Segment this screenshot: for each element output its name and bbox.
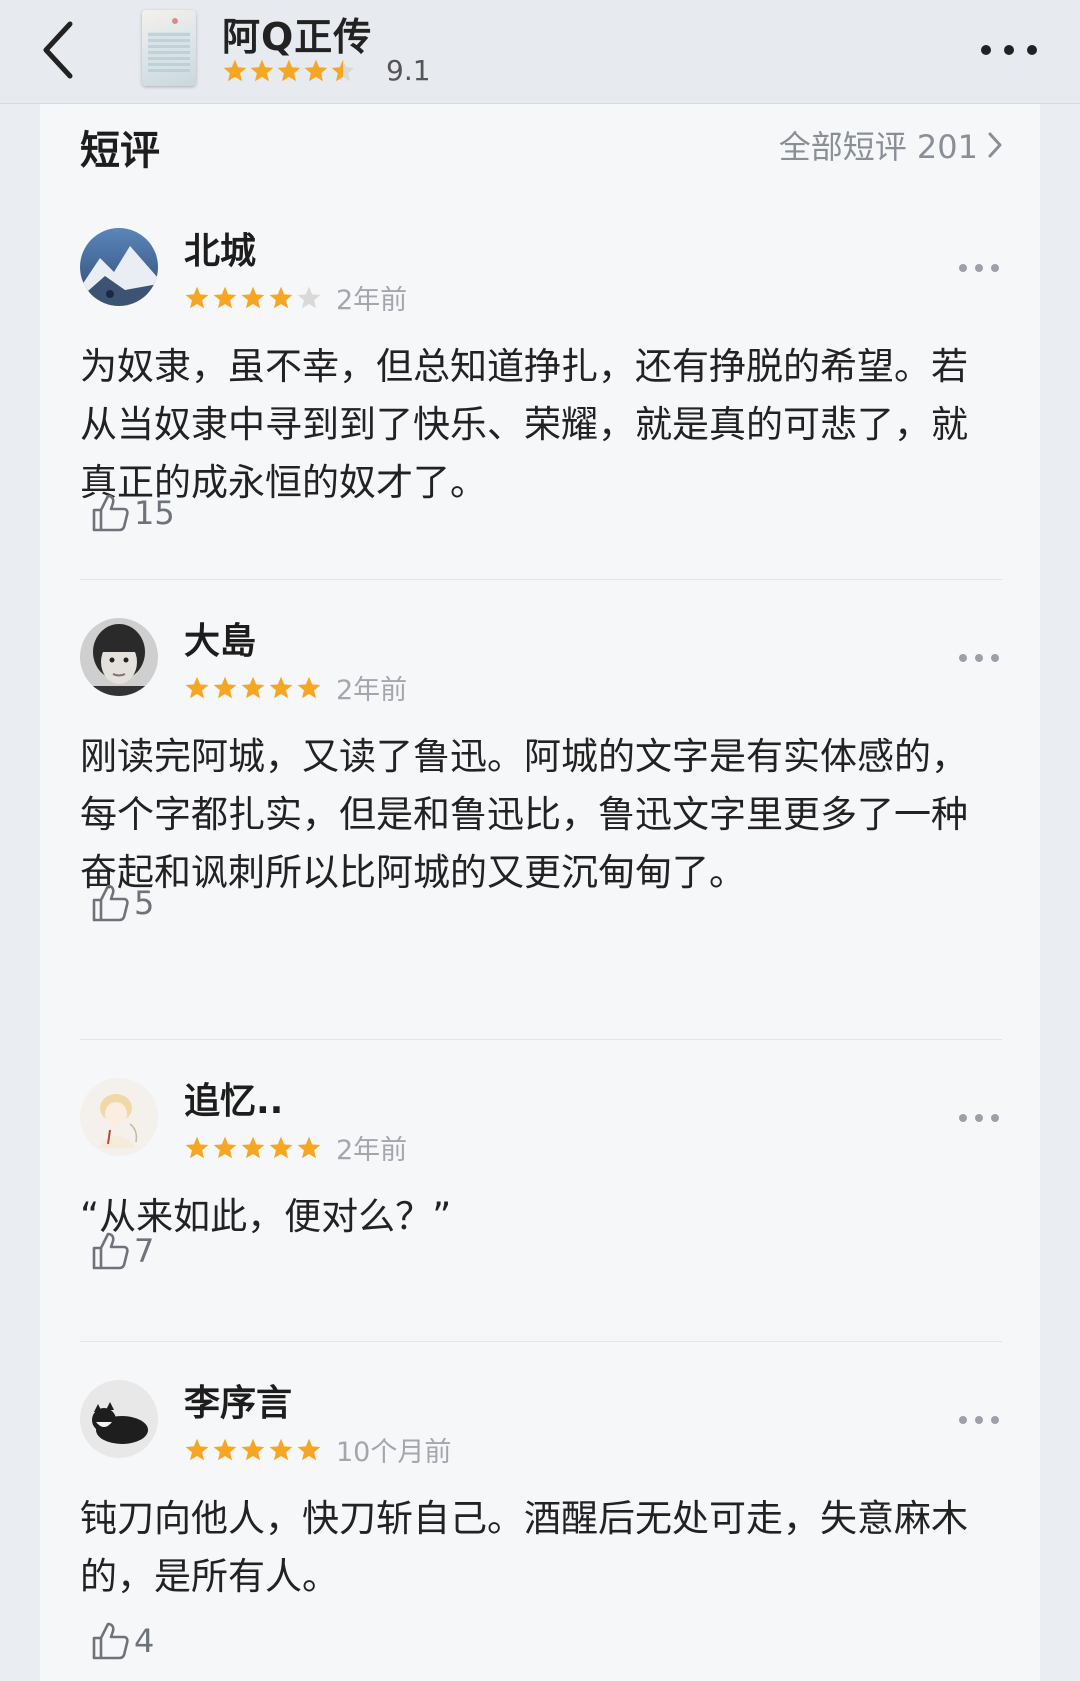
star-filled-icon (213, 1136, 237, 1158)
review-more-button[interactable] (956, 1410, 1002, 1430)
star-filled-icon (277, 59, 301, 82)
review-more-button[interactable] (956, 258, 1002, 278)
divider (80, 579, 1002, 580)
book-title[interactable]: 阿Q正传 (222, 6, 372, 61)
star-filled-icon (185, 1438, 209, 1460)
star-filled-icon (297, 1438, 321, 1460)
divider (80, 1039, 1002, 1040)
review-time: 2年前 (336, 1135, 408, 1166)
more-horizontal-icon (959, 654, 999, 662)
thumbs-up-icon (92, 1232, 129, 1270)
avatar[interactable] (80, 1078, 158, 1156)
review-time: 2年前 (336, 285, 408, 316)
more-horizontal-icon (959, 1114, 999, 1122)
star-filled-icon (223, 59, 247, 82)
review-text: 为奴隶，虽不幸，但总知道挣扎，还有挣脱的希望。若从当奴隶中寻到到了快乐、荣耀，就… (80, 345, 968, 504)
star-half-icon (331, 59, 355, 82)
star-filled-icon (241, 286, 265, 308)
star-filled-icon (241, 1136, 265, 1158)
rating-row: 2年前 (184, 1128, 407, 1167)
star-rating (184, 285, 322, 311)
review-more-button[interactable] (956, 1108, 1002, 1128)
avatar[interactable] (80, 228, 158, 306)
book-rating-score: 9.1 (386, 54, 431, 87)
more-horizontal-icon (959, 264, 999, 272)
chevron-right-icon (988, 132, 1002, 158)
star-filled-icon (304, 59, 328, 82)
star-rating (184, 1135, 322, 1161)
like-button[interactable]: 15 (90, 492, 175, 534)
thumbs-up-icon (92, 494, 129, 532)
review-text: 钝刀向他人，快刀斩自己。酒醒后无处可走，失意麻木的，是所有人。 (80, 1497, 968, 1598)
star-filled-icon (250, 59, 274, 82)
like-count: 15 (134, 494, 175, 532)
user-name[interactable]: 大島 (184, 612, 256, 664)
more-options-button[interactable] (974, 30, 1044, 70)
review-time: 2年前 (336, 675, 408, 706)
like-button[interactable]: 7 (90, 1230, 154, 1272)
star-filled-icon (269, 1136, 293, 1158)
star-filled-icon (213, 1438, 237, 1460)
user-name[interactable]: 北城 (184, 222, 256, 274)
like-button[interactable]: 4 (90, 1620, 154, 1662)
star-filled-icon (241, 676, 265, 698)
star-filled-icon (213, 676, 237, 698)
more-horizontal-icon (981, 45, 1037, 55)
user-name[interactable]: 追忆.. (184, 1072, 283, 1124)
top-app-bar: 阿Q正传 9.1 (0, 0, 1080, 104)
star-filled-icon (185, 1136, 209, 1158)
star-filled-icon (269, 286, 293, 308)
like-count: 5 (134, 884, 155, 922)
thumbs-up-icon (92, 884, 129, 922)
review-more-button[interactable] (956, 648, 1002, 668)
section-title: 短评 (80, 128, 160, 174)
star-rating (184, 1437, 322, 1463)
star-filled-icon (241, 1438, 265, 1460)
short-reviews-card: 短评 全部短评 201 北城 2年前 为奴隶，虽不幸，但总知道挣扎，还有挣脱的希… (40, 104, 1040, 1681)
rating-row: 10个月前 (184, 1430, 451, 1469)
thumbs-up-icon (92, 1622, 129, 1660)
star-filled-icon (185, 676, 209, 698)
like-button[interactable]: 5 (90, 882, 154, 924)
star-filled-icon (269, 1438, 293, 1460)
star-rating (184, 675, 322, 701)
user-name[interactable]: 李序言 (184, 1374, 292, 1426)
star-filled-icon (185, 286, 209, 308)
star-filled-icon (213, 286, 237, 308)
star-filled-icon (297, 676, 321, 698)
like-count: 7 (134, 1232, 155, 1270)
book-rating-stars (223, 59, 355, 82)
star-filled-icon (297, 1136, 321, 1158)
avatar[interactable] (80, 618, 158, 696)
star-filled-icon (269, 676, 293, 698)
all-reviews-link[interactable]: 全部短评 201 (779, 122, 1004, 168)
review-text: “从来如此，便对么？” (80, 1195, 452, 1238)
divider (80, 1341, 1002, 1342)
star-empty-icon (297, 286, 321, 308)
all-reviews-label: 全部短评 201 (778, 128, 978, 166)
avatar[interactable] (80, 1380, 158, 1458)
chevron-left-icon (43, 21, 73, 79)
rating-row: 2年前 (184, 278, 407, 317)
book-cover-thumbnail[interactable] (142, 10, 196, 86)
review-text: 刚读完阿城，又读了鲁迅。阿城的文字是有实体感的，每个字都扎实，但是和鲁迅比，鲁迅… (80, 735, 968, 894)
review-time: 10个月前 (336, 1437, 452, 1468)
more-horizontal-icon (959, 1416, 999, 1424)
like-count: 4 (134, 1622, 155, 1660)
back-button[interactable] (30, 14, 100, 84)
rating-row: 2年前 (184, 668, 407, 707)
